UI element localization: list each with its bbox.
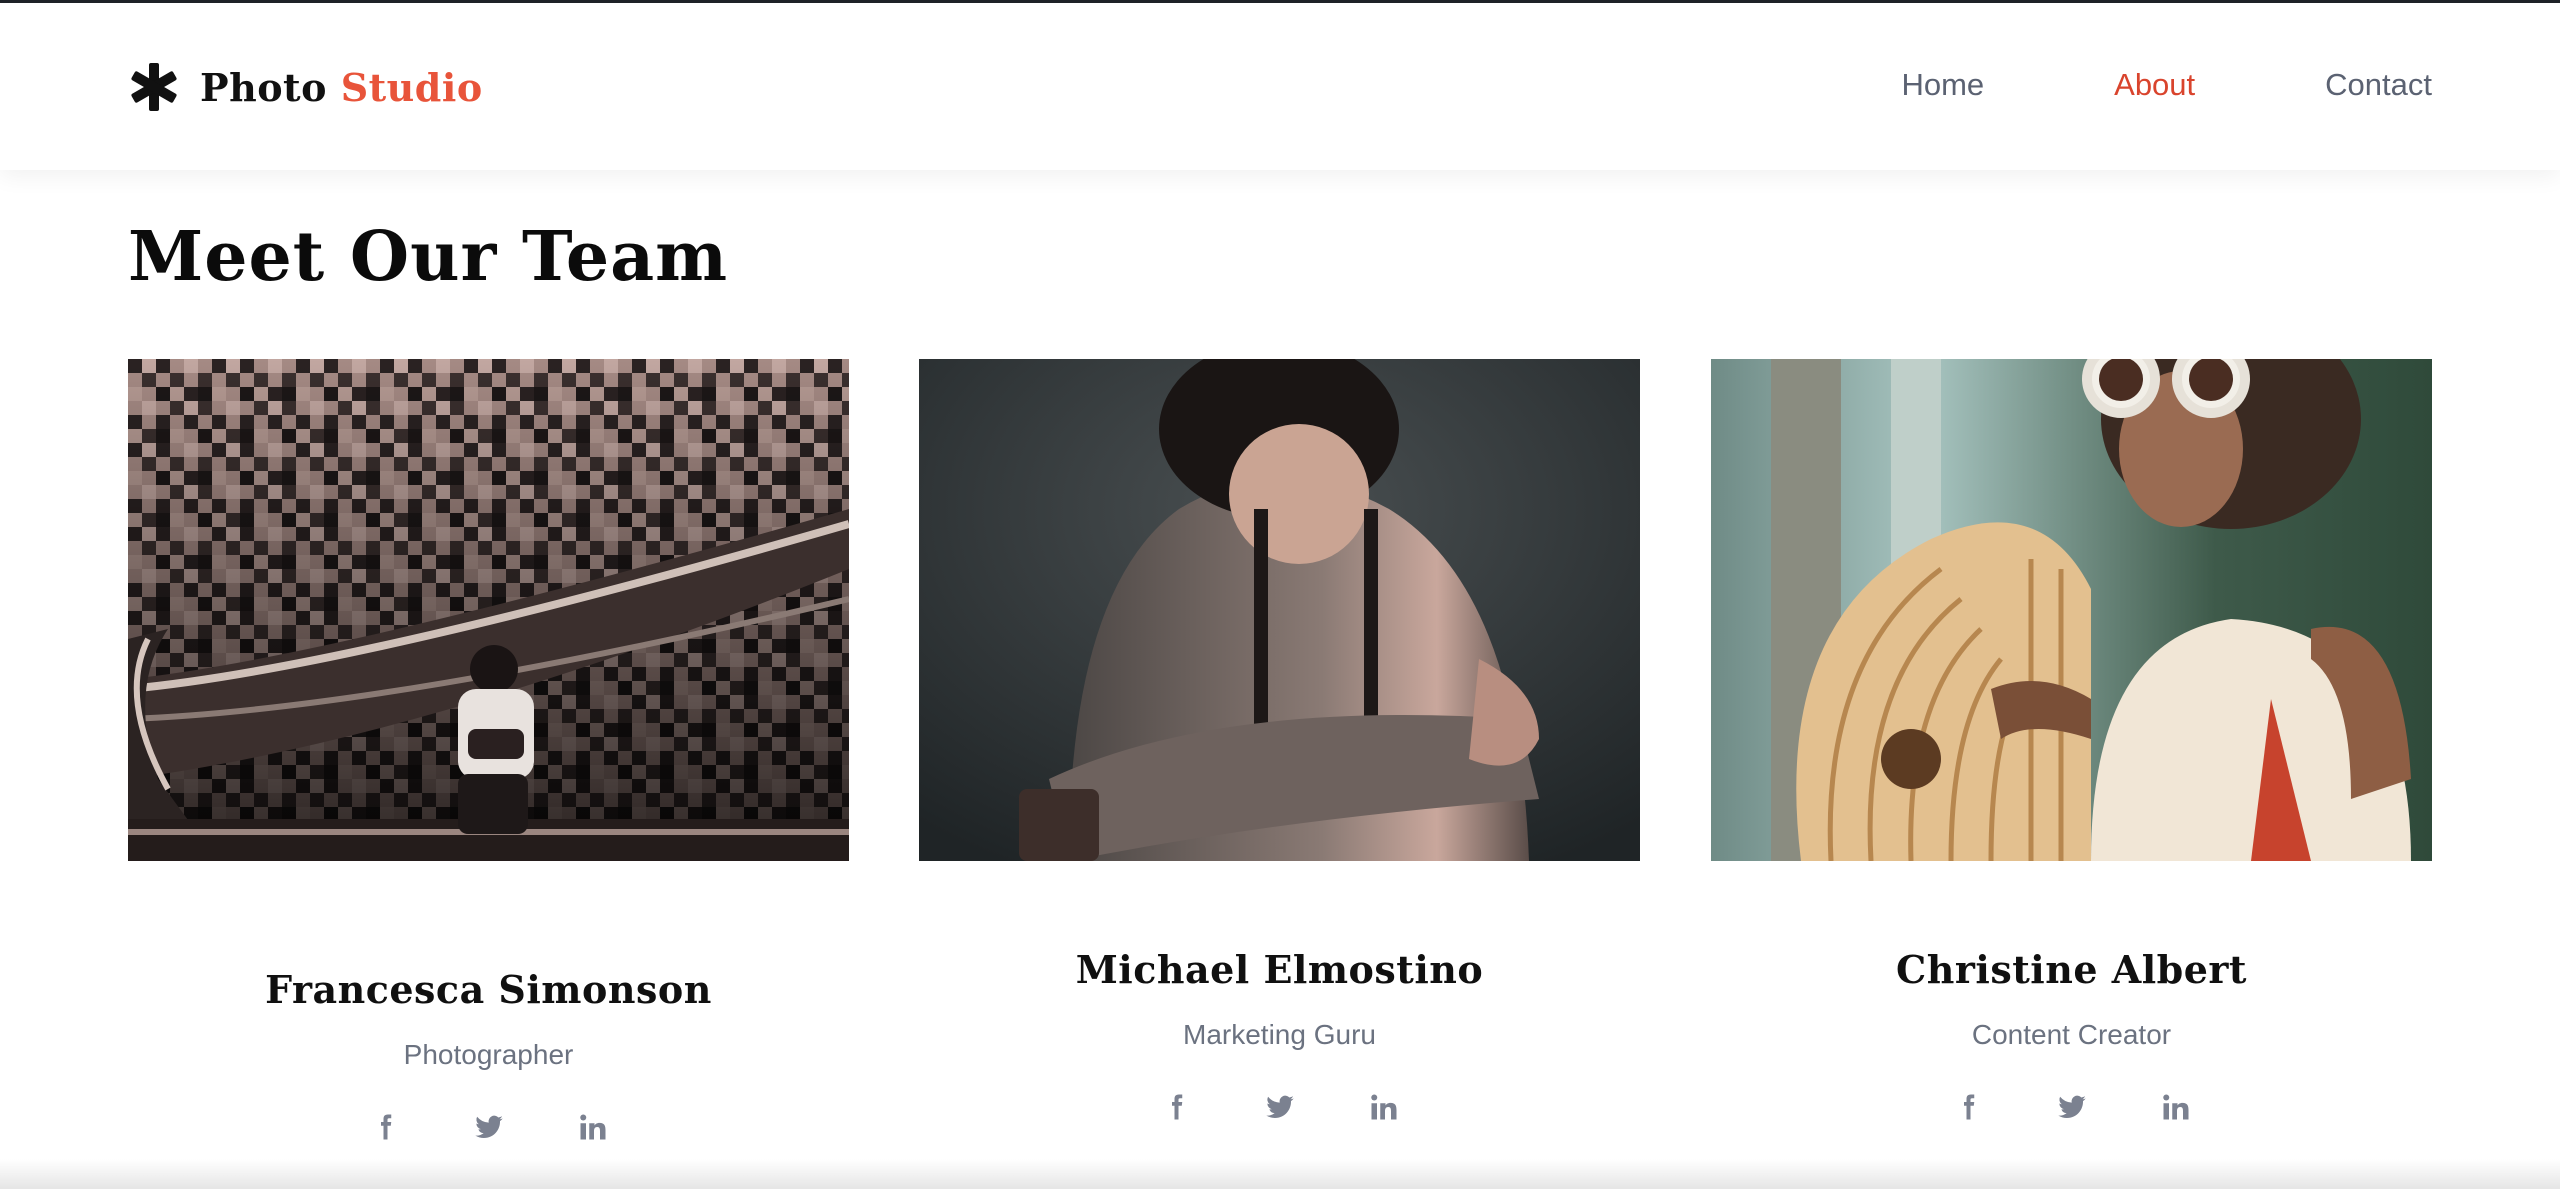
member-name: Michael Elmostino: [1075, 947, 1484, 992]
navbar: Photo Studio Home About Contact: [0, 3, 2560, 170]
nav-link-contact[interactable]: Contact: [2325, 65, 2432, 105]
brand-name: Photo Studio: [200, 65, 483, 110]
linkedin-icon[interactable]: [573, 1107, 613, 1147]
team-member-card: Christine Albert Content Creator: [1711, 359, 2432, 1127]
linkedin-icon[interactable]: [2156, 1087, 2196, 1127]
window-bottom-shadow: [0, 1159, 2560, 1189]
asterisk-icon: [131, 63, 177, 111]
woman-with-bamboo-bag-photo: [1711, 359, 2432, 861]
nav-link-home[interactable]: Home: [1901, 65, 1984, 105]
twitter-icon[interactable]: [469, 1107, 509, 1147]
twitter-icon[interactable]: [1260, 1087, 1300, 1127]
brand-name-part2: Studio: [340, 64, 483, 110]
nav-link-about[interactable]: About: [2114, 65, 2195, 105]
photographer-on-escalator-photo: [128, 359, 849, 861]
social-links: [1711, 1087, 2432, 1127]
page-title: Meet Our Team: [128, 217, 729, 297]
facebook-icon[interactable]: [365, 1107, 405, 1147]
member-role: Photographer: [403, 1039, 574, 1070]
member-name: Francesca Simonson: [265, 967, 712, 1012]
facebook-icon[interactable]: [1948, 1087, 1988, 1127]
member-name: Christine Albert: [1896, 947, 2247, 992]
main-nav: Home About Contact: [1771, 65, 2432, 105]
brand-name-part1: Photo: [200, 64, 327, 110]
brand-logo-link[interactable]: Photo Studio: [128, 61, 483, 113]
twitter-icon[interactable]: [2052, 1087, 2092, 1127]
team-member-card: Michael Elmostino Marketing Guru: [919, 359, 1640, 1127]
social-links: [919, 1087, 1640, 1127]
social-links: [128, 1107, 849, 1147]
member-role: Content Creator: [1971, 1019, 2172, 1050]
man-in-shirt-photo: [919, 359, 1640, 861]
linkedin-icon[interactable]: [1364, 1087, 1404, 1127]
facebook-icon[interactable]: [1156, 1087, 1196, 1127]
team-member-card: Francesca Simonson Photographer: [128, 359, 849, 1147]
member-role: Marketing Guru: [1183, 1019, 1376, 1050]
